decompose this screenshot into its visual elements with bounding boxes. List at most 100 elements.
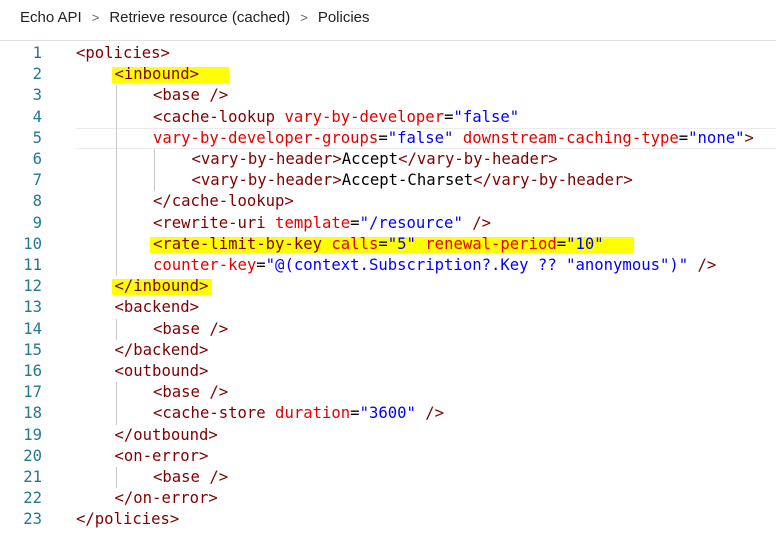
code-text: <vary-by-header>Accept-Charset</vary-by-… bbox=[192, 170, 633, 191]
line-number: 4 bbox=[32, 107, 42, 126]
code-token: <rate-limit-by-key bbox=[153, 234, 322, 253]
code-text: <base /> bbox=[153, 467, 228, 488]
code-text: <vary-by-header>Accept</vary-by-header> bbox=[192, 149, 558, 170]
code-text: <backend> bbox=[115, 297, 200, 318]
line-number: 21 bbox=[23, 468, 42, 486]
code-line[interactable]: 23 </policies> bbox=[0, 509, 776, 530]
line-number: 11 bbox=[23, 256, 42, 274]
code-text: <cache-store duration="3600" /> bbox=[153, 403, 444, 424]
indent-guide bbox=[115, 85, 117, 277]
code-token: renewal-period bbox=[415, 234, 557, 253]
code-token: <cache-store bbox=[153, 404, 266, 423]
code-token: </policies> bbox=[76, 510, 180, 529]
code-token: calls bbox=[322, 234, 379, 253]
code-token: <cache-lookup bbox=[153, 107, 276, 126]
line-number: 18 bbox=[23, 404, 42, 423]
code-token: </outbound> bbox=[114, 425, 218, 444]
code-line[interactable]: 12 </inbound> bbox=[0, 276, 776, 297]
code-token: = bbox=[378, 128, 388, 147]
code-token: </on-error> bbox=[114, 489, 218, 508]
code-line[interactable]: 20 <on-error> bbox=[0, 446, 776, 467]
code-token: <inbound> bbox=[114, 65, 200, 84]
code-line[interactable]: 1 <policies> bbox=[0, 43, 776, 64]
chevron-right-icon: > bbox=[91, 9, 100, 25]
line-number: 9 bbox=[32, 213, 42, 232]
code-text: <rate-limit-by-key calls="5" renewal-per… bbox=[153, 234, 604, 255]
code-token: <vary-by-header> bbox=[191, 150, 342, 168]
code-token: = bbox=[350, 404, 360, 423]
code-token: downstream-caching-type bbox=[453, 128, 679, 147]
line-number: 8 bbox=[32, 192, 42, 211]
code-token: = bbox=[556, 234, 567, 253]
line-number: 22 bbox=[23, 489, 42, 508]
code-text: </inbound> bbox=[115, 276, 209, 297]
code-text: </backend> bbox=[115, 340, 209, 361]
code-text: <on-error> bbox=[115, 446, 209, 467]
line-number: 2 bbox=[32, 65, 42, 84]
line-number: 6 bbox=[32, 150, 42, 168]
code-token: </backend> bbox=[114, 340, 209, 359]
code-line[interactable]: 2 <inbound> bbox=[0, 64, 776, 85]
code-token: </vary-by-header> bbox=[398, 150, 558, 168]
code-token: = bbox=[256, 256, 266, 274]
breadcrumb: Echo API > Retrieve resource (cached) > … bbox=[0, 0, 776, 34]
code-token: = bbox=[350, 213, 360, 232]
code-line[interactable]: 19 </outbound> bbox=[0, 425, 776, 446]
line-number: 19 bbox=[23, 425, 42, 444]
line-number: 5 bbox=[32, 128, 42, 147]
code-editor[interactable]: 1 <policies> 2 <inbound> 3 <base /> 4 <cache-lo… bbox=[0, 41, 776, 548]
code-token: = bbox=[678, 128, 689, 147]
code-text: <cache-lookup vary-by-developer="false" bbox=[153, 107, 519, 128]
code-token: <outbound> bbox=[114, 362, 209, 380]
code-token: <base /> bbox=[153, 86, 229, 105]
code-line[interactable]: 15 </backend> bbox=[0, 340, 776, 361]
breadcrumb-item-policies[interactable]: Policies bbox=[318, 9, 370, 26]
code-line[interactable]: 22 </on-error> bbox=[0, 488, 776, 509]
chevron-right-icon: > bbox=[300, 9, 308, 25]
line-number: 14 bbox=[23, 319, 42, 338]
code-text: vary-by-developer-groups="false" downstr… bbox=[153, 128, 754, 149]
code-token: /> bbox=[462, 213, 492, 232]
code-text: <base /> bbox=[153, 319, 228, 340]
line-number: 7 bbox=[32, 171, 42, 190]
code-text: </cache-lookup> bbox=[153, 191, 294, 212]
code-token: /> bbox=[415, 404, 445, 423]
code-token: = bbox=[378, 234, 388, 253]
code-text: <inbound> bbox=[115, 64, 200, 85]
code-token: counter-key bbox=[153, 256, 257, 274]
code-text: </policies> bbox=[76, 509, 179, 530]
indent-guide bbox=[115, 467, 117, 489]
indent-guide bbox=[115, 382, 117, 425]
line-number: 16 bbox=[23, 362, 42, 380]
breadcrumb-item-operation[interactable]: Retrieve resource (cached) bbox=[109, 9, 290, 26]
code-line[interactable]: 16 <outbound> bbox=[0, 361, 776, 382]
code-token: "5" bbox=[387, 234, 416, 253]
code-token: </cache-lookup> bbox=[153, 192, 294, 211]
code-token: <policies> bbox=[76, 44, 170, 62]
code-token: vary-by-developer bbox=[275, 107, 445, 126]
code-token: <rewrite-uri bbox=[153, 213, 266, 232]
code-token: <vary-by-header> bbox=[191, 171, 342, 190]
code-token: "false" bbox=[453, 107, 520, 126]
line-number: 20 bbox=[23, 446, 42, 465]
code-token: Accept bbox=[341, 150, 399, 168]
line-number: 12 bbox=[23, 277, 42, 296]
code-token: <base /> bbox=[153, 319, 229, 338]
line-number: 13 bbox=[23, 298, 42, 317]
code-token: vary-by-developer-groups bbox=[153, 128, 379, 147]
code-token: <base /> bbox=[153, 383, 229, 402]
code-text: <base /> bbox=[153, 85, 228, 106]
code-text: <outbound> bbox=[115, 361, 209, 382]
code-token: <base /> bbox=[153, 468, 229, 486]
line-number: 3 bbox=[32, 86, 42, 105]
code-text: <base /> bbox=[153, 382, 228, 403]
code-line[interactable]: 13 <backend> bbox=[0, 297, 776, 318]
code-text: <rewrite-uri template="/resource" /> bbox=[153, 213, 491, 234]
indent-guide bbox=[115, 318, 117, 340]
line-number: 1 bbox=[32, 44, 42, 62]
code-token: "@(context.Subscription?.Key ?? "anonymo… bbox=[265, 256, 689, 274]
code-token: duration bbox=[265, 404, 351, 423]
breadcrumb-item-api[interactable]: Echo API bbox=[20, 9, 82, 26]
code-token: "3600" bbox=[359, 404, 416, 423]
code-text: <policies> bbox=[76, 43, 170, 64]
